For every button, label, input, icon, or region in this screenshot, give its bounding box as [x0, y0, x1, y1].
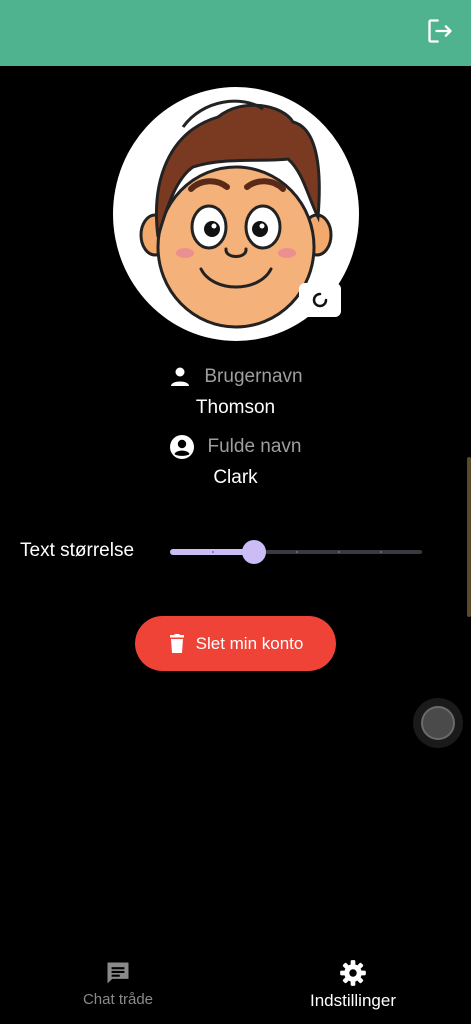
nav-label-chat-threads: Chat tråde [82, 991, 154, 1008]
trash-icon [169, 633, 184, 653]
account-circle-icon [169, 434, 195, 460]
app-bar [0, 0, 471, 66]
username-label: Brugernavn [204, 366, 303, 387]
refresh-icon [312, 292, 328, 308]
bottom-nav: Chat tråde Indstillinger [0, 945, 471, 1024]
settings-screen: Brugernavn Thomson Fulde navn Clark Text… [0, 0, 471, 1024]
slider-tick [380, 551, 382, 553]
text-size-label: Text størrelse [20, 540, 135, 561]
floating-assistive-button[interactable] [413, 698, 463, 748]
nav-item-settings[interactable]: Indstillinger [293, 959, 413, 1011]
gear-icon [340, 960, 366, 986]
slider-tick [296, 551, 298, 553]
username-value: Thomson [195, 397, 276, 418]
fullname-label-row: Fulde navn [0, 434, 471, 460]
slider-thumb[interactable] [242, 540, 266, 564]
avatar-edit-button[interactable] [299, 283, 341, 317]
delete-account-label: Slet min konto [195, 633, 304, 653]
logout-button[interactable] [423, 14, 457, 48]
delete-account-button[interactable]: Slet min konto [135, 616, 336, 671]
text-size-slider[interactable] [170, 538, 422, 566]
scroll-indicator [467, 457, 471, 617]
slider-tick [338, 551, 340, 553]
fullname-label: Fulde navn [207, 436, 302, 457]
username-label-row: Brugernavn [0, 365, 471, 389]
fullname-value: Clark [213, 467, 258, 488]
nav-item-chat-threads[interactable]: Chat tråde [60, 959, 176, 1008]
nav-label-settings: Indstillinger [310, 991, 396, 1010]
floating-button-dot [421, 706, 455, 740]
slider-tick [212, 551, 214, 553]
avatar-container [113, 87, 359, 341]
logout-icon [428, 19, 452, 43]
chat-icon [107, 962, 129, 984]
person-icon [168, 365, 192, 389]
